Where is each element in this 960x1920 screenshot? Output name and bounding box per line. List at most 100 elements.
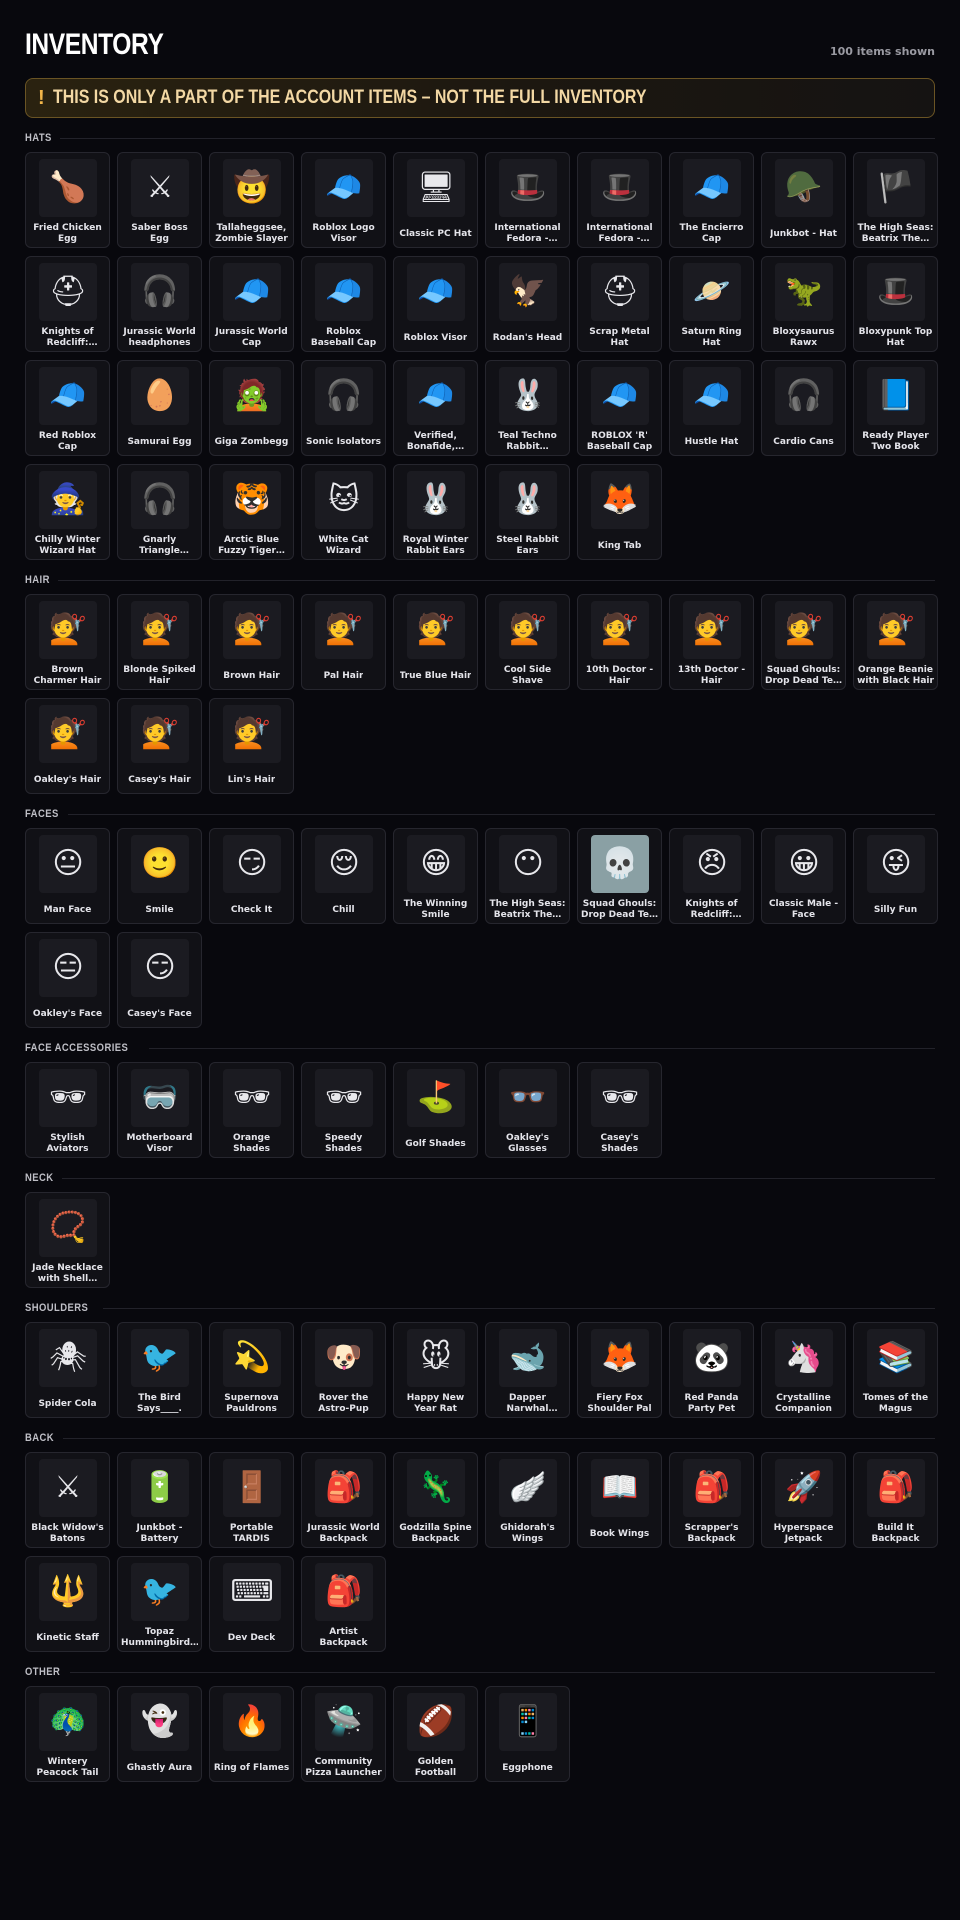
item-card[interactable]: 🎧 Cardio Cans [761, 360, 846, 456]
item-card[interactable]: 🚪 Portable TARDIS [209, 1452, 294, 1548]
item-card[interactable]: 🕶 Speedy Shades [301, 1062, 386, 1158]
item-card[interactable]: 💇 Orange Beanie with Black Hair [853, 594, 938, 690]
item-card[interactable]: 🐋 Dapper Narwhal Shoulder Pal [485, 1322, 570, 1418]
item-card[interactable]: 💇 Brown Charmer Hair [25, 594, 110, 690]
item-card[interactable]: 😏 Check It [209, 828, 294, 924]
item-card[interactable]: 😌 Chill [301, 828, 386, 924]
item-card[interactable]: 🐱 White Cat Wizard [301, 464, 386, 560]
item-card[interactable]: 💇 13th Doctor - Hair [669, 594, 754, 690]
item-card[interactable]: 🧢 Verified, Bonafide,… [393, 360, 478, 456]
item-card[interactable]: 🦊 Fiery Fox Shoulder Pal [577, 1322, 662, 1418]
item-card[interactable]: 🦄 Crystalline Companion [761, 1322, 846, 1418]
item-card[interactable]: 🦎 Godzilla Spine Backpack [393, 1452, 478, 1548]
item-card[interactable]: 😠 Knights of Redcliff: Palad… [669, 828, 754, 924]
item-card[interactable]: 🛸 Community Pizza Launcher [301, 1686, 386, 1782]
item-card[interactable]: 💇 Lin's Hair [209, 698, 294, 794]
item-card[interactable]: 📿 Jade Necklace with Shell… [25, 1192, 110, 1288]
item-card[interactable]: 💇 True Blue Hair [393, 594, 478, 690]
item-card[interactable]: 🧢 The Encierro Cap [669, 152, 754, 248]
item-card[interactable]: 😀 Classic Male - Face [761, 828, 846, 924]
item-card[interactable]: 🎧 Jurassic World headphones [117, 256, 202, 352]
item-card[interactable]: 🧢 Roblox Visor [393, 256, 478, 352]
item-card[interactable]: 🎩 International Fedora - Turkey [577, 152, 662, 248]
item-card[interactable]: ⚔ Black Widow's Batons [25, 1452, 110, 1548]
item-card[interactable]: 🐯 Arctic Blue Fuzzy Tiger… [209, 464, 294, 560]
item-card[interactable]: 🪽 Ghidorah's Wings [485, 1452, 570, 1548]
item-card[interactable]: 💫 Supernova Pauldrons [209, 1322, 294, 1418]
item-card[interactable]: 🏈 Golden Football [393, 1686, 478, 1782]
item-card[interactable]: 🎩 International Fedora - France [485, 152, 570, 248]
item-card[interactable]: 🦖 Bloxysaurus Rawx [761, 256, 846, 352]
item-card[interactable]: 🧢 Red Roblox Cap [25, 360, 110, 456]
item-card[interactable]: 🙂 Smile [117, 828, 202, 924]
item-card[interactable]: 💀 Squad Ghouls: Drop Dead Te… [577, 828, 662, 924]
item-card[interactable]: 🎧 Sonic Isolators [301, 360, 386, 456]
item-card[interactable]: 🧢 Roblox Baseball Cap [301, 256, 386, 352]
item-card[interactable]: 😏 Casey's Face [117, 932, 202, 1028]
item-card[interactable]: 🧙 Chilly Winter Wizard Hat [25, 464, 110, 560]
item-card[interactable]: 🖥 Classic PC Hat [393, 152, 478, 248]
item-card[interactable]: 😶 The High Seas: Beatrix The… [485, 828, 570, 924]
item-card[interactable]: 💇 Cool Side Shave [485, 594, 570, 690]
item-card[interactable]: 🧟 Giga Zombegg [209, 360, 294, 456]
item-card[interactable]: 🚀 Hyperspace Jetpack [761, 1452, 846, 1548]
item-card[interactable]: 🧢 Jurassic World Cap [209, 256, 294, 352]
item-card[interactable]: 🕶 Stylish Aviators [25, 1062, 110, 1158]
item-card[interactable]: 🔥 Ring of Flames [209, 1686, 294, 1782]
item-card[interactable]: 🧢 Roblox Logo Visor [301, 152, 386, 248]
item-card[interactable]: 🦊 King Tab [577, 464, 662, 560]
item-card[interactable]: 💇 Casey's Hair [117, 698, 202, 794]
item-card[interactable]: ⌨ Dev Deck [209, 1556, 294, 1652]
item-card[interactable]: 🎩 Bloxypunk Top Hat [853, 256, 938, 352]
item-card[interactable]: 😐 Man Face [25, 828, 110, 924]
item-card[interactable]: 📘 Ready Player Two Book [853, 360, 938, 456]
item-card[interactable]: 📱 Eggphone [485, 1686, 570, 1782]
item-card[interactable]: 🎒 Artist Backpack [301, 1556, 386, 1652]
item-card[interactable]: 🕶 Casey's Shades [577, 1062, 662, 1158]
item-card[interactable]: 🥚 Samurai Egg [117, 360, 202, 456]
item-card[interactable]: 😁 The Winning Smile [393, 828, 478, 924]
item-card[interactable]: 📚 Tomes of the Magus [853, 1322, 938, 1418]
item-card[interactable]: 🧢 Hustle Hat [669, 360, 754, 456]
item-card[interactable]: ⛳ Golf Shades [393, 1062, 478, 1158]
item-card[interactable]: 🕶 Orange Shades [209, 1062, 294, 1158]
item-card[interactable]: 💇 10th Doctor - Hair [577, 594, 662, 690]
item-card[interactable]: ⛑ Knights of Redcliff: Palad… [25, 256, 110, 352]
item-card[interactable]: 🐶 Rover the Astro-Pup [301, 1322, 386, 1418]
item-card[interactable]: 💇 Blonde Spiked Hair [117, 594, 202, 690]
item-card[interactable]: 💇 Brown Hair [209, 594, 294, 690]
item-card[interactable]: 🍗 Fried Chicken Egg [25, 152, 110, 248]
item-card[interactable]: 🔋 Junkbot - Battery [117, 1452, 202, 1548]
item-card[interactable]: 🤠 Tallaheggsee, Zombie Slayer [209, 152, 294, 248]
item-card[interactable]: 🎒 Jurassic World Backpack [301, 1452, 386, 1548]
item-card[interactable]: 🦚 Wintery Peacock Tail [25, 1686, 110, 1782]
item-card[interactable]: 💇 Pal Hair [301, 594, 386, 690]
item-card[interactable]: 🐦 Topaz Hummingbird… [117, 1556, 202, 1652]
item-card[interactable]: 🧢 ROBLOX 'R' Baseball Cap [577, 360, 662, 456]
item-card[interactable]: 🎒 Build It Backpack [853, 1452, 938, 1548]
item-card[interactable]: 👓 Oakley's Glasses [485, 1062, 570, 1158]
item-card[interactable]: 🐰 Royal Winter Rabbit Ears [393, 464, 478, 560]
item-card[interactable]: 🐭 Happy New Year Rat [393, 1322, 478, 1418]
item-card[interactable]: 🏴 The High Seas: Beatrix The… [853, 152, 938, 248]
item-card[interactable]: 📖 Book Wings [577, 1452, 662, 1548]
item-card[interactable]: 🕷 Spider Cola [25, 1322, 110, 1418]
item-card[interactable]: 🔱 Kinetic Staff [25, 1556, 110, 1652]
item-card[interactable]: 🪖 Junkbot - Hat [761, 152, 846, 248]
item-card[interactable]: 🐦 The Bird Says____. [117, 1322, 202, 1418]
item-card[interactable]: 🎧 Gnarly Triangle Headphones [117, 464, 202, 560]
item-card[interactable]: 💇 Squad Ghouls: Drop Dead Te… [761, 594, 846, 690]
item-card[interactable]: 🐰 Teal Techno Rabbit… [485, 360, 570, 456]
item-card[interactable]: 💇 Oakley's Hair [25, 698, 110, 794]
item-card[interactable]: 🐰 Steel Rabbit Ears [485, 464, 570, 560]
item-card[interactable]: 😜 Silly Fun [853, 828, 938, 924]
item-card[interactable]: 🦅 Rodan's Head [485, 256, 570, 352]
item-card[interactable]: ⛑ Scrap Metal Hat [577, 256, 662, 352]
item-card[interactable]: 😑 Oakley's Face [25, 932, 110, 1028]
item-card[interactable]: 🪐 Saturn Ring Hat [669, 256, 754, 352]
item-card[interactable]: 🐼 Red Panda Party Pet [669, 1322, 754, 1418]
item-card[interactable]: ⚔ Saber Boss Egg [117, 152, 202, 248]
item-card[interactable]: 🥽 Motherboard Visor [117, 1062, 202, 1158]
item-card[interactable]: 👻 Ghastly Aura [117, 1686, 202, 1782]
item-card[interactable]: 🎒 Scrapper's Backpack [669, 1452, 754, 1548]
